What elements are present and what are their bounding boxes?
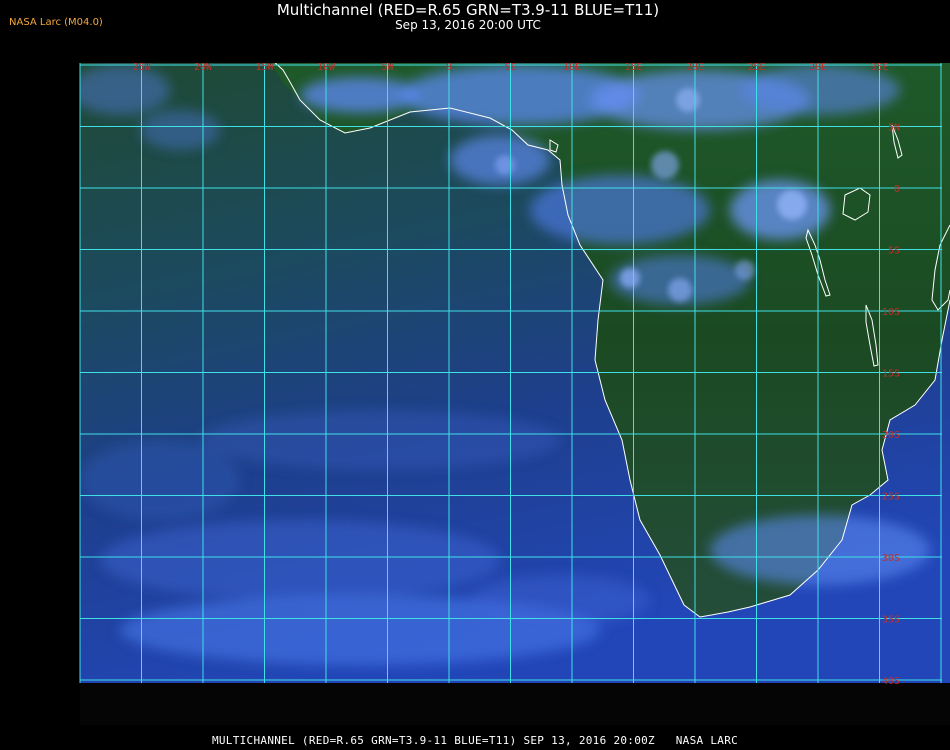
longitude-label: 0 xyxy=(446,62,452,73)
footer-caption: MULTICHANNEL (RED=R.65 GRN=T3.9-11 BLUE=… xyxy=(211,734,739,747)
longitude-label: 5W xyxy=(381,62,394,73)
longitude-label: 10E xyxy=(563,62,581,73)
longitude-label: 30E xyxy=(809,62,827,73)
map-bottom-panel xyxy=(80,683,950,725)
latitude-label: 25S xyxy=(882,492,900,503)
longitude-label: 15E xyxy=(624,62,642,73)
satellite-map: 25W 20W 15W 10W 5W 0 5E 10E 15E 20E 25E 30E 35E 5N 0 5… xyxy=(79,62,950,725)
latitude-label: 5N xyxy=(888,123,900,134)
latitude-label: 10S xyxy=(882,307,900,318)
latitude-label: 15S xyxy=(882,369,900,380)
longitude-label: 25E xyxy=(747,62,765,73)
longitude-label: 10W xyxy=(317,62,336,73)
longitude-label: 20W xyxy=(194,62,213,73)
longitude-label: 20E xyxy=(686,62,704,73)
latitude-label: 40S xyxy=(882,676,900,687)
longitude-label: 15W xyxy=(255,62,274,73)
latitude-label: 5S xyxy=(888,246,900,257)
latitude-label: 35S xyxy=(882,615,900,626)
latitude-label: 30S xyxy=(882,553,900,564)
latitude-label: 0 xyxy=(894,184,900,195)
latitude-label: 20S xyxy=(882,430,900,441)
longitude-label: 25W xyxy=(132,62,151,73)
longitude-label: 35E xyxy=(870,62,888,73)
longitude-label: 5E xyxy=(504,62,516,73)
